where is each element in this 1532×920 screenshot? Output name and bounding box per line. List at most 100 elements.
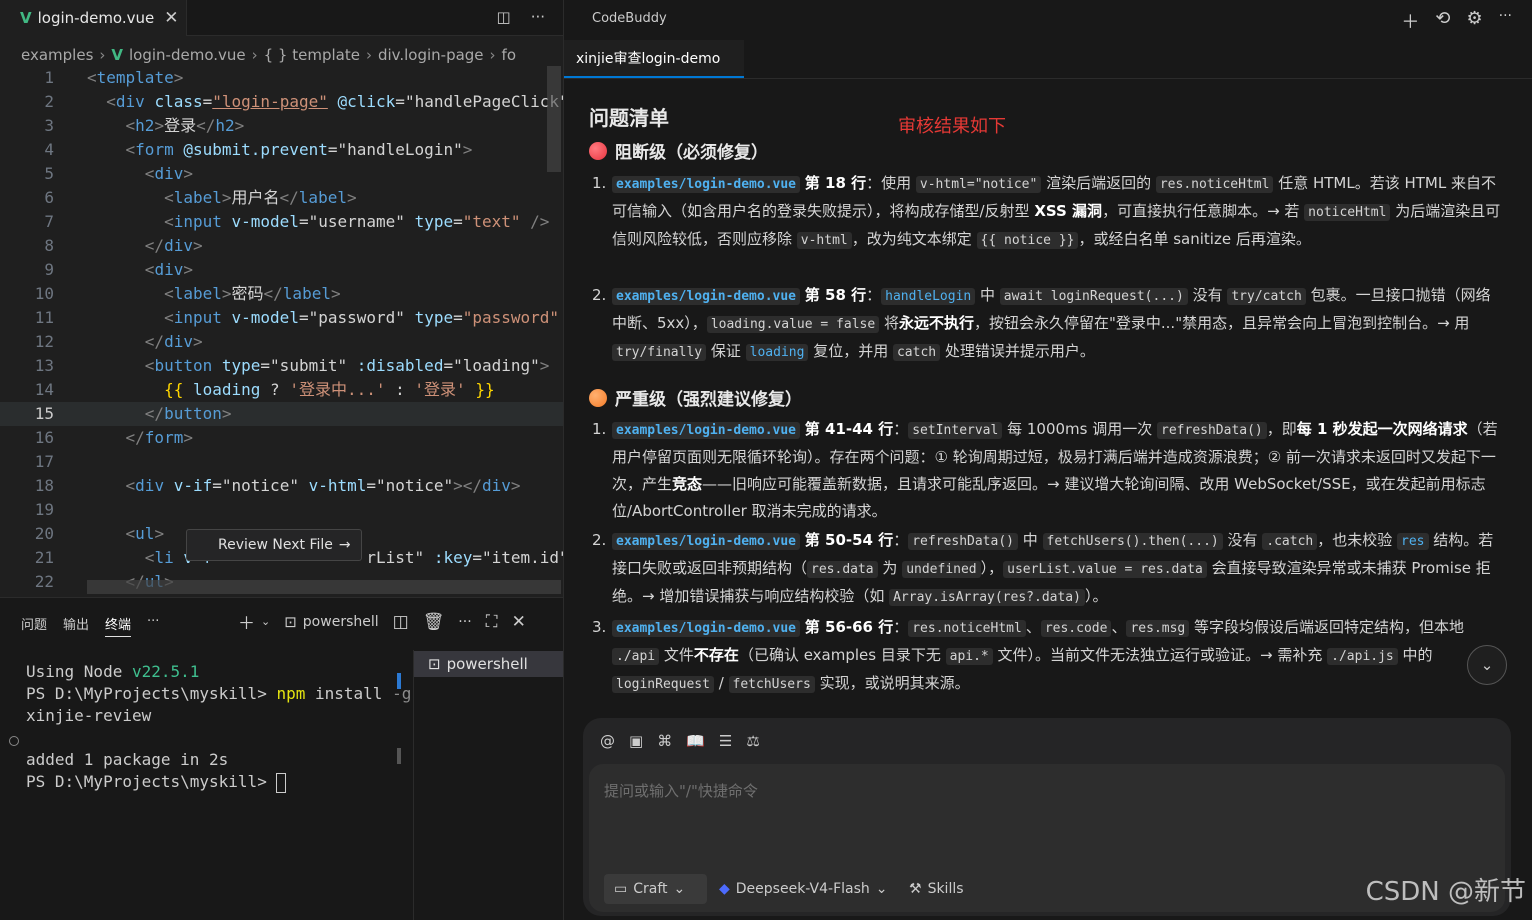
file-link[interactable]: examples/login-demo.vue	[612, 176, 801, 193]
code-line: 4 <form @submit.prevent="handleLogin">	[0, 138, 563, 162]
chat-session-tab[interactable]: xinjie审查login-demo	[564, 40, 744, 78]
terminal-icon: ⊡	[284, 612, 297, 631]
line-number: 21	[34, 548, 54, 567]
chevron-right-icon: ›	[99, 46, 106, 64]
composer-toolbar: @ ▣ ⌘ 📖 ☰ ⚖	[600, 732, 760, 750]
line-number: 22	[34, 572, 54, 591]
line-number: 1	[44, 68, 54, 87]
mode-select[interactable]: ▭ Craft ⌄	[604, 874, 707, 904]
history-icon[interactable]: ⟲	[1435, 8, 1450, 34]
model-label: Deepseek-V4-Flash	[735, 881, 870, 897]
split-editor-icon[interactable]: ◫	[497, 8, 511, 26]
image-icon[interactable]: ▣	[629, 732, 643, 750]
section-title: 阻断级（必须修复）	[615, 143, 768, 163]
skills-label: Skills	[927, 881, 964, 897]
file-link[interactable]: examples/login-demo.vue	[612, 620, 801, 637]
terminal-output[interactable]: Using Node v22.5.1 PS D:\MyProjects\mysk…	[26, 661, 411, 793]
line-number: 15	[34, 404, 54, 423]
rules-icon[interactable]: ⚖	[746, 732, 759, 750]
mode-label: Craft	[633, 881, 668, 897]
book-icon[interactable]: 📖	[686, 732, 705, 750]
gear-icon[interactable]: ⚙	[1467, 8, 1483, 34]
terminal-toolbar: ＋ ⌄ ⊡ powershell ◫ 🗑 ··· ⛶ ✕	[238, 609, 526, 635]
file-link[interactable]: examples/login-demo.vue	[612, 422, 801, 439]
blocker-section-title: 阻断级（必须修复）	[589, 138, 768, 163]
breadcrumb-form[interactable]: fo	[502, 46, 516, 64]
terminal-list-divider	[413, 650, 414, 920]
code-line: 13 <button type="submit" :disabled="load…	[0, 354, 563, 378]
code-line: 9 <div>	[0, 258, 563, 282]
line-number: 2	[44, 92, 54, 111]
chevron-right-icon: ›	[489, 46, 496, 64]
command-decoration-icon[interactable]	[9, 736, 19, 746]
terminal-list-item[interactable]: ⊡ powershell	[414, 651, 563, 677]
terminal-text: added 1 package in 2s	[26, 750, 229, 769]
close-icon[interactable]: ✕	[164, 8, 178, 28]
editor-tab-bar: V login-demo.vue ✕ ◫ ···	[0, 0, 563, 36]
line-number: 5	[44, 164, 54, 183]
chevron-down-icon[interactable]: ⌄	[261, 615, 270, 628]
issues-heading: 问题清单	[589, 106, 669, 130]
chevron-down-icon: ⌄	[673, 881, 686, 897]
terminal-scrollbar-marker	[397, 748, 401, 764]
terminal-cursor	[276, 772, 287, 793]
breadcrumb-div[interactable]: div.login-page	[378, 46, 484, 64]
vue-icon: V	[111, 46, 123, 64]
code-line: 16 </form>	[0, 426, 563, 450]
breadcrumb: examples › V login-demo.vue › { } templa…	[21, 43, 516, 67]
chevron-right-icon: ›	[251, 46, 258, 64]
code-line: 18 <div v-if="notice" v-html="notice"></…	[0, 474, 563, 498]
maximize-icon[interactable]: ⛶	[486, 612, 498, 632]
trash-icon[interactable]: 🗑	[423, 612, 445, 632]
tab-terminal[interactable]: 终端	[105, 614, 132, 637]
line-number: 9	[44, 260, 54, 279]
list-icon[interactable]: ☰	[719, 732, 732, 750]
bottom-panel: 问题 输出 终端 ··· ＋ ⌄ ⊡ powershell ◫ 🗑 ··· ⛶ …	[0, 597, 563, 920]
panel-tabs: 问题 输出 终端 ···	[21, 614, 159, 637]
deepseek-icon: ◆	[719, 881, 730, 897]
code-line: 19	[0, 498, 563, 522]
code-editor: V login-demo.vue ✕ ◫ ··· examples › V lo…	[0, 0, 563, 597]
more-tabs-icon[interactable]: ···	[147, 614, 159, 637]
scroll-down-button[interactable]: ⌄	[1467, 645, 1507, 685]
tab-login-demo[interactable]: V login-demo.vue ✕	[0, 0, 187, 36]
terminal-prompt: PS D:\MyProjects\myskill>	[26, 684, 277, 703]
terminal-scrollbar-marker	[397, 673, 401, 689]
shell-label[interactable]: powershell	[303, 614, 379, 630]
more-actions-icon[interactable]: ···	[531, 8, 545, 26]
mention-icon[interactable]: @	[600, 732, 615, 750]
line-number: 3	[44, 116, 54, 135]
chevron-right-icon: ›	[365, 46, 372, 64]
code-line-current: 15 </button>	[0, 402, 563, 426]
more-actions-icon[interactable]: ···	[1499, 8, 1512, 34]
tab-underline	[564, 78, 1532, 79]
watermark: CSDN @新节	[1365, 877, 1526, 907]
breadcrumb-template[interactable]: { } template	[264, 46, 360, 64]
figma-icon[interactable]: ⌘	[657, 732, 672, 750]
vertical-scrollbar[interactable]	[547, 66, 561, 172]
breadcrumb-examples[interactable]: examples	[21, 46, 93, 64]
breadcrumb-file[interactable]: login-demo.vue	[129, 46, 246, 64]
file-link[interactable]: examples/login-demo.vue	[612, 288, 801, 305]
tab-output[interactable]: 输出	[63, 614, 89, 637]
horizontal-scrollbar[interactable]	[87, 580, 561, 594]
terminal-prompt: PS D:\MyProjects\myskill>	[26, 772, 277, 791]
more-actions-icon[interactable]: ···	[458, 614, 471, 630]
close-icon[interactable]: ✕	[512, 612, 526, 632]
new-terminal-icon[interactable]: ＋	[238, 609, 255, 634]
line-number: 19	[34, 500, 54, 519]
tab-problems[interactable]: 问题	[21, 614, 47, 637]
new-chat-icon[interactable]: ＋	[1401, 8, 1419, 34]
code-line: 1 <template>	[0, 66, 563, 90]
split-terminal-icon[interactable]: ◫	[393, 612, 409, 632]
skills-button[interactable]: ⚒ Skills	[909, 874, 964, 904]
red-circle-icon	[589, 141, 607, 160]
code-line: 14 {{ loading ? '登录中...' : '登录' }}	[0, 378, 563, 402]
folder-icon: ▭	[614, 881, 628, 897]
chat-actions: ＋ ⟲ ⚙ ···	[1401, 8, 1512, 34]
annotation-text: 审核结果如下	[898, 116, 1006, 137]
model-select[interactable]: ◆ Deepseek-V4-Flash ⌄	[719, 874, 888, 904]
file-link[interactable]: examples/login-demo.vue	[612, 533, 801, 550]
review-next-file-button[interactable]: Review Next File →	[186, 529, 362, 561]
terminal-list-label: powershell	[446, 655, 528, 673]
